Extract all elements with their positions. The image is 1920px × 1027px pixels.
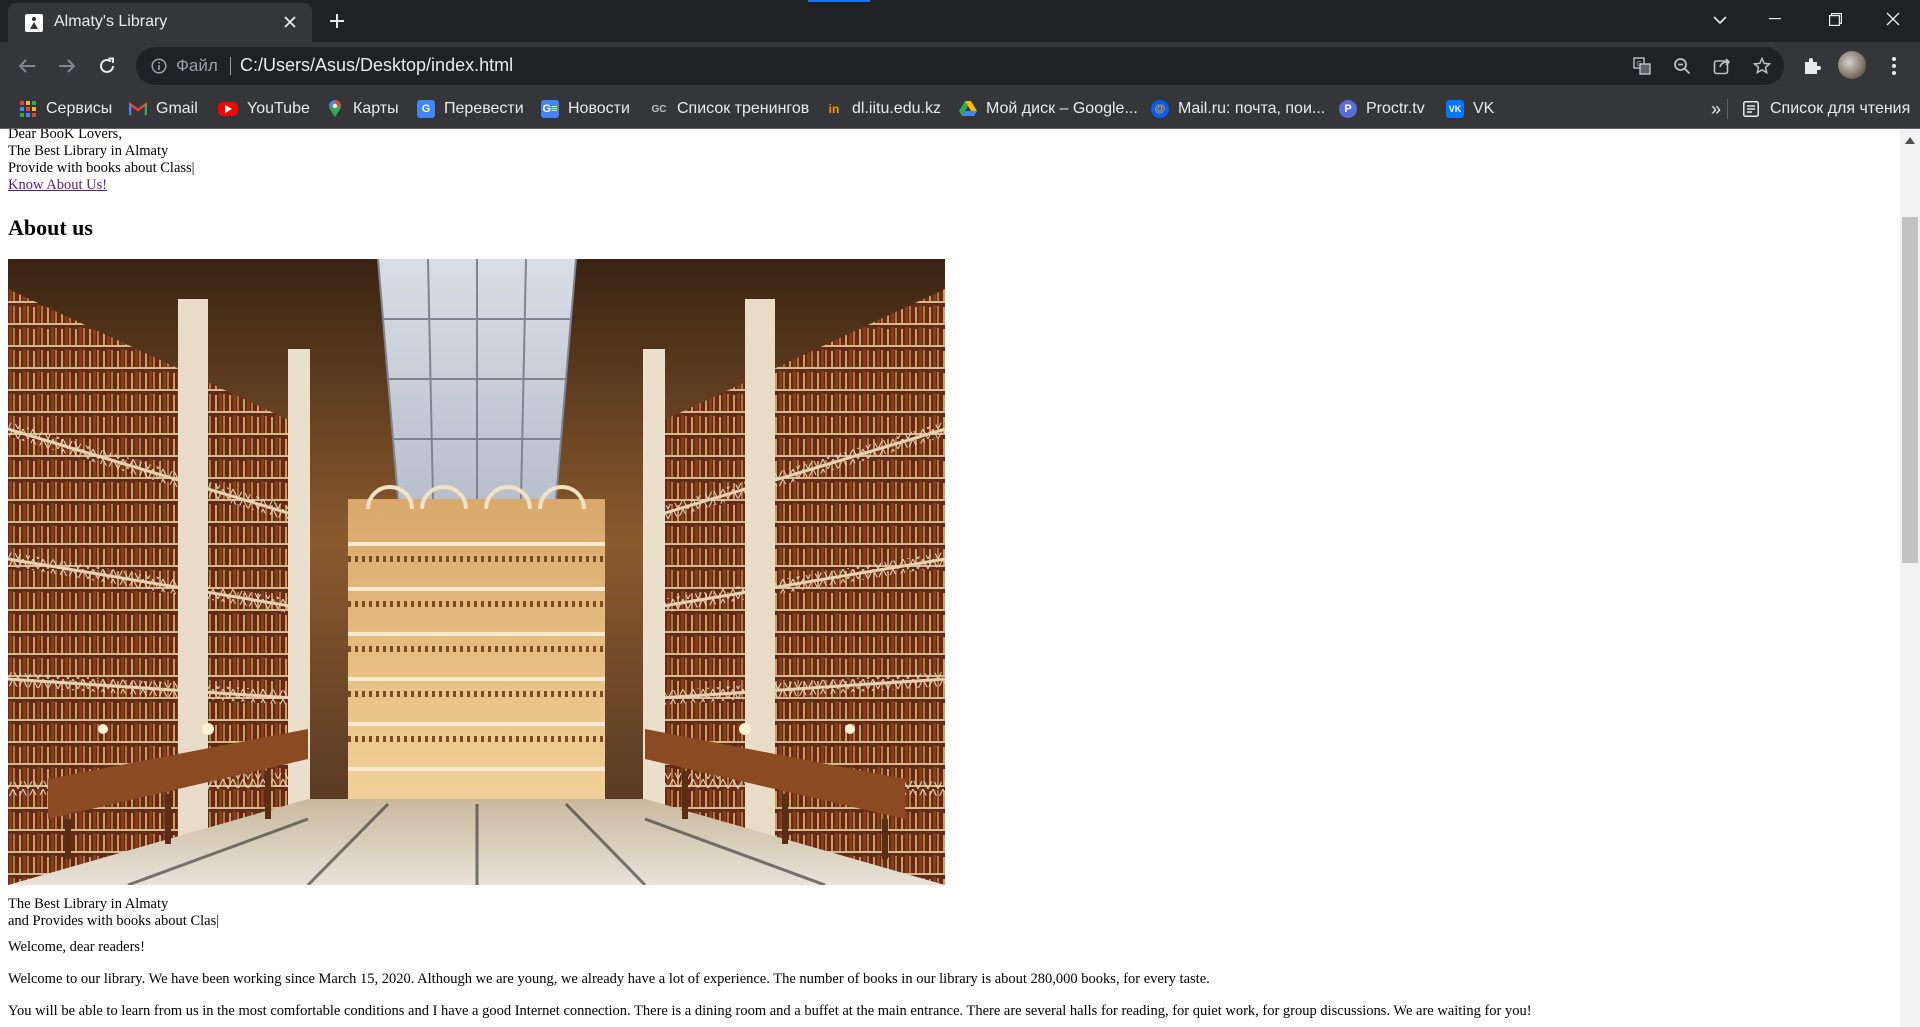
extensions-puzzle-icon[interactable] xyxy=(1800,54,1824,78)
bookmark-google-drive[interactable]: Мой диск – Google... xyxy=(959,97,1138,121)
bookmark-news[interactable]: G≡ Новости xyxy=(541,97,630,121)
about-paragraph: Welcome to our library. We have been wor… xyxy=(8,971,1210,987)
restore-icon[interactable] xyxy=(1804,0,1866,38)
reading-list-label: Список для чтения xyxy=(1770,100,1911,117)
bookmarks-separator xyxy=(1727,99,1728,119)
library-favicon-icon xyxy=(25,14,43,32)
window-accent-line xyxy=(808,0,870,2)
welcome-paragraph: Welcome, dear readers! xyxy=(8,939,145,955)
gc-icon: GC xyxy=(651,103,667,115)
bookmark-label: Сервисы xyxy=(46,100,113,117)
apps-grid-icon xyxy=(19,100,37,118)
photo-caption-line: and Provides with books about Clas| xyxy=(8,913,220,929)
bookmark-vk[interactable]: VK VK xyxy=(1446,97,1494,121)
page-content: Dear BooK Lovers, The Best Library in Al… xyxy=(0,129,1900,1027)
zoom-out-icon[interactable] xyxy=(1670,54,1694,78)
bookmark-label: dl.iitu.edu.kz xyxy=(852,100,941,117)
bookmark-proctr[interactable]: P Proctr.tv xyxy=(1339,97,1425,121)
reload-icon[interactable] xyxy=(92,51,122,81)
tab-search-chevron-icon[interactable] xyxy=(1708,8,1732,32)
bookmarks-overflow-button[interactable]: » xyxy=(1703,96,1729,122)
intro-line: Dear BooK Lovers, xyxy=(8,129,122,142)
forward-arrow-icon[interactable] xyxy=(52,51,82,81)
svg-text:G: G xyxy=(1636,60,1641,68)
mailru-icon: @ xyxy=(1151,100,1169,118)
scroll-up-arrow-icon[interactable] xyxy=(1904,135,1916,145)
library-interior-photo xyxy=(8,259,945,885)
know-about-us-link[interactable]: Know About Us! xyxy=(8,177,107,193)
url-text[interactable]: C:/Users/Asus/Desktop/index.html xyxy=(240,55,513,76)
bookmark-star-icon[interactable] xyxy=(1750,54,1774,78)
photo-caption-line: The Best Library in Almaty xyxy=(8,896,169,912)
page-scrollbar[interactable] xyxy=(1900,129,1920,1027)
bookmark-label: VK xyxy=(1473,100,1495,117)
bookmark-label: Новости xyxy=(568,100,630,117)
about-us-heading: About us xyxy=(8,215,93,240)
minimize-icon[interactable] xyxy=(1744,0,1806,38)
proctr-icon: P xyxy=(1339,100,1357,118)
file-scheme-label: Файл xyxy=(176,56,218,75)
vk-icon: VK xyxy=(1446,100,1464,118)
bookmark-iitu[interactable]: in dl.iitu.edu.kz xyxy=(825,97,941,121)
tab-title: Almaty's Library xyxy=(54,13,168,30)
scrollbar-thumb[interactable] xyxy=(1902,217,1918,563)
site-info-icon[interactable] xyxy=(150,57,168,75)
bookmark-gmail[interactable]: Gmail xyxy=(129,97,198,121)
bookmark-label: Список тренингов xyxy=(677,100,810,117)
intro-line: Provide with books about Class| xyxy=(8,160,195,176)
browser-tab[interactable]: Almaty's Library xyxy=(8,3,312,42)
address-separator xyxy=(230,57,231,75)
reading-list-icon xyxy=(1742,100,1760,118)
bookmark-label: Карты xyxy=(353,100,399,117)
intro-line: The Best Library in Almaty xyxy=(8,143,169,159)
browser-toolbar: Файл C:/Users/Asus/Desktop/index.html G xyxy=(0,42,1920,90)
bookmark-translate[interactable]: G Перевести xyxy=(417,97,524,121)
bookmark-label: Mail.ru: почта, пои... xyxy=(1178,100,1326,117)
tab-close-icon[interactable] xyxy=(280,12,300,32)
bookmark-label: Мой диск – Google... xyxy=(986,100,1138,117)
share-icon[interactable] xyxy=(1710,54,1734,78)
gmail-icon xyxy=(129,100,147,118)
youtube-icon xyxy=(218,102,238,116)
maps-pin-icon xyxy=(326,100,344,118)
translate-icon: G xyxy=(417,100,435,118)
bookmark-label: Gmail xyxy=(156,100,198,117)
browser-title-bar: Almaty's Library xyxy=(0,0,1920,42)
reading-list-button[interactable]: Список для чтения xyxy=(1742,97,1910,121)
new-tab-plus-icon[interactable] xyxy=(326,10,348,32)
bookmarks-bar: Сервисы Gmail YouTube Карты G Перевести … xyxy=(0,90,1920,129)
bookmark-label: Proctr.tv xyxy=(1366,100,1425,117)
address-bar[interactable]: Файл C:/Users/Asus/Desktop/index.html G xyxy=(136,47,1784,85)
window-close-icon[interactable] xyxy=(1862,0,1920,38)
google-drive-icon xyxy=(959,100,977,118)
bookmark-maps[interactable]: Карты xyxy=(326,97,399,121)
bookmark-mailru[interactable]: @ Mail.ru: почта, пои... xyxy=(1151,97,1325,121)
back-arrow-icon[interactable] xyxy=(12,51,42,81)
bookmark-youtube[interactable]: YouTube xyxy=(218,97,310,121)
kebab-menu-icon[interactable] xyxy=(1882,53,1906,79)
bookmark-label: Перевести xyxy=(444,100,524,117)
bookmark-trainings[interactable]: GC Список тренингов xyxy=(650,97,810,121)
iitu-icon: in xyxy=(828,102,840,116)
news-icon: G≡ xyxy=(541,100,559,118)
translate-icon[interactable]: G xyxy=(1630,54,1654,78)
bookmark-services[interactable]: Сервисы xyxy=(19,97,112,121)
facilities-paragraph: You will be able to learn from us in the… xyxy=(8,1003,1532,1019)
profile-avatar[interactable] xyxy=(1838,51,1866,79)
bookmark-label: YouTube xyxy=(247,100,310,117)
